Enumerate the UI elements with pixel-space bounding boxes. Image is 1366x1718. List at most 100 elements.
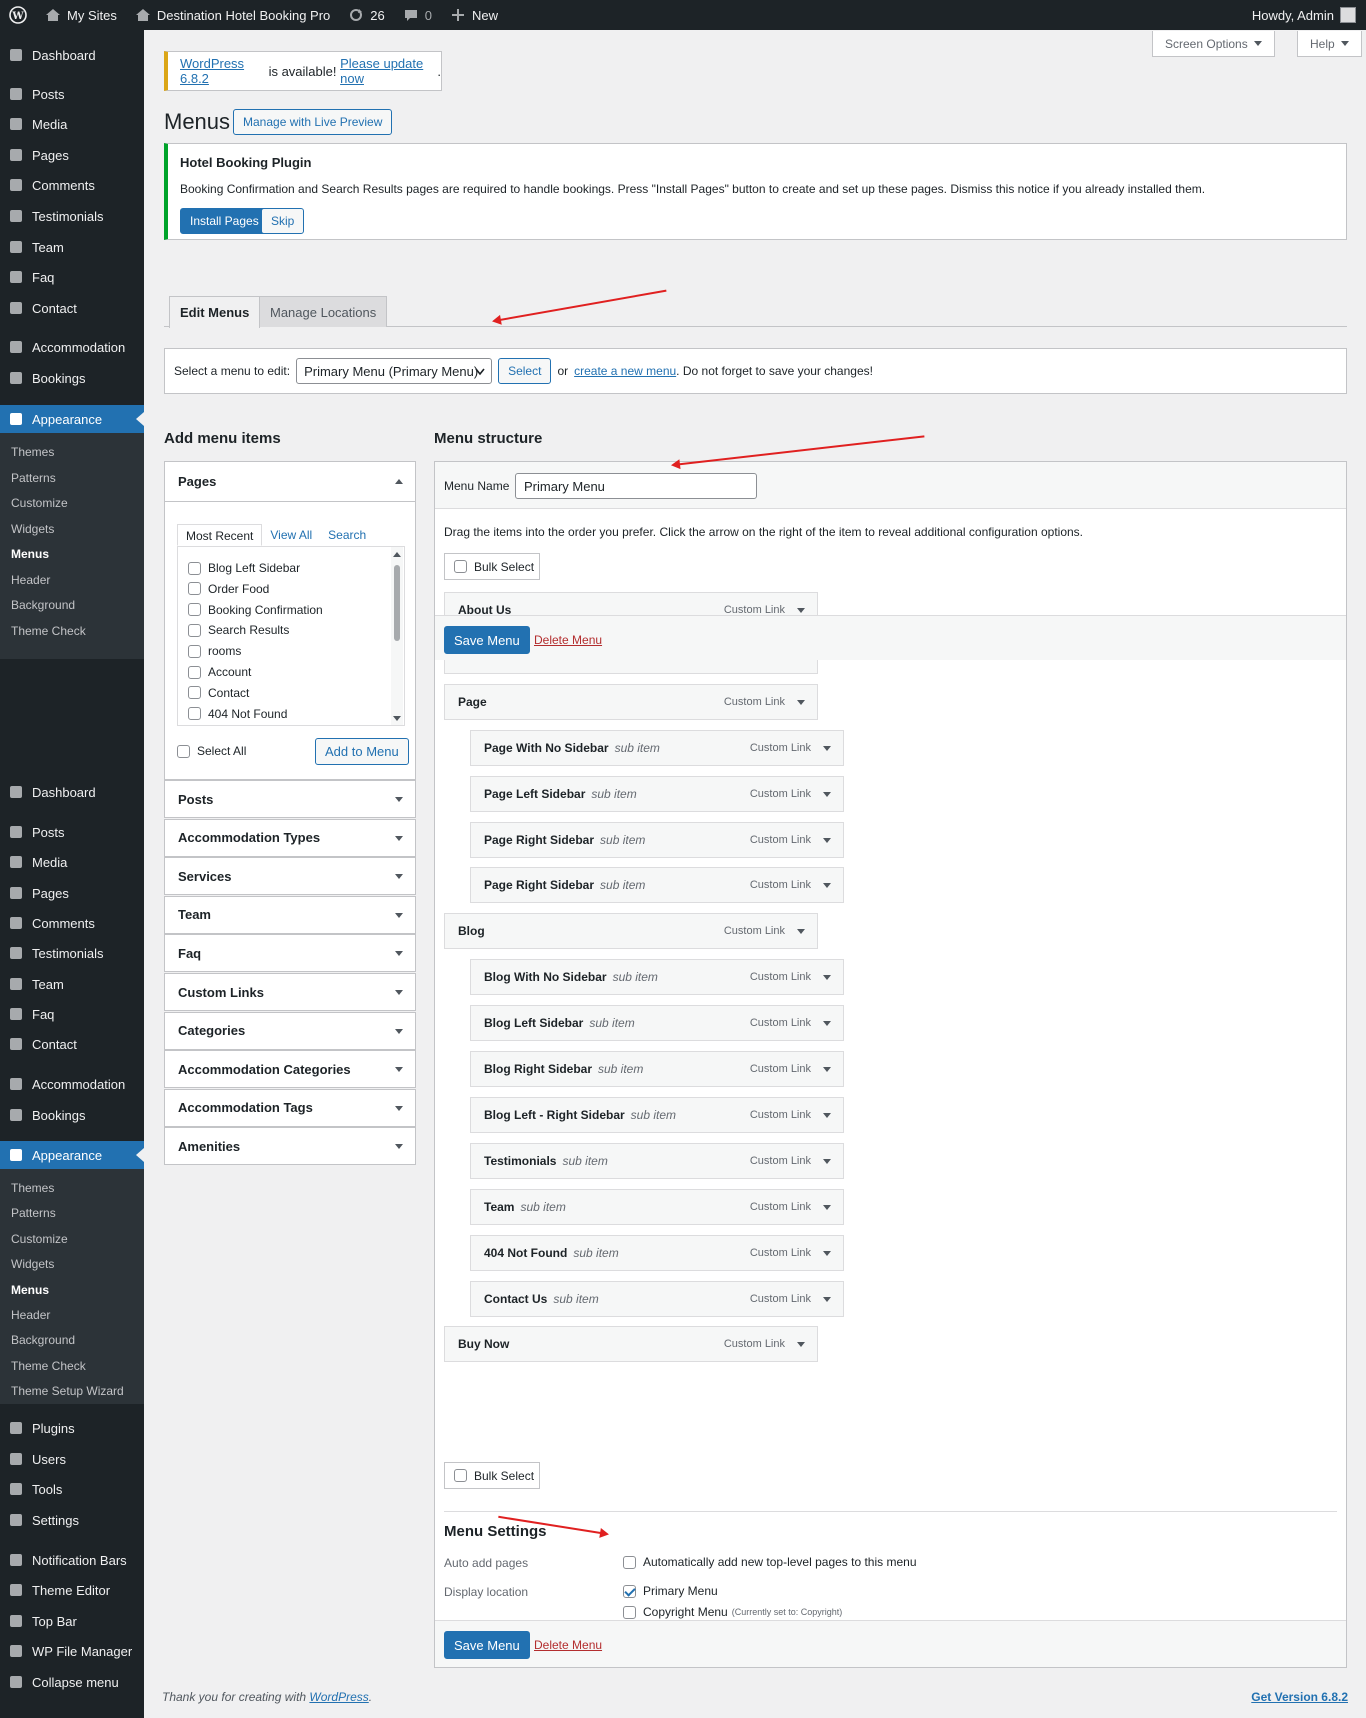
sidebar-item-pages[interactable]: Pages bbox=[0, 141, 144, 169]
submenu-item-widgets[interactable]: Widgets bbox=[11, 522, 54, 536]
expand-arrow-icon[interactable] bbox=[823, 1112, 831, 1118]
sidebar-item-accommodation[interactable]: Accommodation bbox=[0, 333, 144, 361]
accordion-posts[interactable]: Posts bbox=[164, 780, 416, 818]
submenu-item-theme-check[interactable]: Theme Check bbox=[11, 1359, 86, 1373]
menu-item[interactable]: Page Right Sidebar sub item Custom Link bbox=[470, 867, 844, 904]
page-checkbox[interactable] bbox=[188, 603, 201, 617]
sidebar-item-theme-editor[interactable]: Theme Editor bbox=[0, 1576, 144, 1604]
sidebar-item-testimonials[interactable]: Testimonials bbox=[0, 939, 144, 967]
save-menu-button[interactable]: Save Menu bbox=[444, 626, 530, 654]
tab-manage-locations[interactable]: Manage Locations bbox=[259, 296, 388, 327]
menu-item[interactable]: Page Right Sidebar sub item Custom Link bbox=[470, 821, 844, 858]
page-checkbox[interactable] bbox=[188, 561, 201, 575]
submenu-item-themes[interactable]: Themes bbox=[11, 1181, 54, 1195]
expand-arrow-icon[interactable] bbox=[823, 1296, 831, 1302]
sidebar-item-posts[interactable]: Posts bbox=[0, 80, 144, 108]
expand-arrow-icon[interactable] bbox=[823, 791, 831, 797]
accordion-accommodation-types[interactable]: Accommodation Types bbox=[164, 818, 416, 857]
primary-menu-checkbox[interactable] bbox=[623, 1584, 636, 1598]
sidebar-item-appearance[interactable]: Appearance bbox=[0, 405, 144, 433]
install-pages-button[interactable]: Install Pages bbox=[180, 208, 269, 234]
sidebar-item-wp-file-manager[interactable]: WP File Manager bbox=[0, 1637, 144, 1665]
scrollbar-thumb[interactable] bbox=[394, 565, 400, 641]
wordpress-logo-icon[interactable]: W bbox=[0, 0, 36, 30]
get-version-link[interactable]: Get Version 6.8.2 bbox=[1251, 1690, 1348, 1704]
skip-button[interactable]: Skip bbox=[261, 208, 305, 234]
comments-link[interactable]: 0 bbox=[394, 0, 441, 30]
sidebar-item-team[interactable]: Team bbox=[0, 233, 144, 261]
sidebar-item-media[interactable]: Media bbox=[0, 110, 144, 138]
accordion-amenities[interactable]: Amenities bbox=[164, 1127, 416, 1166]
menu-item[interactable]: Page Left Sidebar sub item Custom Link bbox=[470, 775, 844, 812]
wordpress-link[interactable]: WordPress bbox=[309, 1690, 368, 1704]
expand-arrow-icon[interactable] bbox=[823, 1067, 831, 1072]
menu-item[interactable]: Contact Us sub item Custom Link bbox=[470, 1280, 844, 1317]
expand-arrow-icon[interactable] bbox=[797, 1342, 805, 1348]
sidebar-item-plugins[interactable]: Plugins bbox=[0, 1414, 144, 1442]
sidebar-item-bookings[interactable]: Bookings bbox=[0, 364, 144, 392]
page-option[interactable]: Search Results bbox=[188, 623, 289, 637]
page-option[interactable]: Order Food bbox=[188, 582, 269, 596]
page-checkbox[interactable] bbox=[188, 582, 201, 596]
submenu-item-theme-check[interactable]: Theme Check bbox=[11, 624, 86, 638]
expand-arrow-icon[interactable] bbox=[797, 929, 805, 935]
select-all-control[interactable]: Select All bbox=[177, 744, 246, 758]
auto-add-checkbox[interactable] bbox=[623, 1555, 636, 1569]
sidebar-item-testimonials[interactable]: Testimonials bbox=[0, 202, 144, 230]
page-checkbox[interactable] bbox=[188, 623, 201, 637]
sidebar-item-pages[interactable]: Pages bbox=[0, 879, 144, 907]
expand-arrow-icon[interactable] bbox=[823, 1021, 831, 1027]
subtab-most-recent[interactable]: Most Recent bbox=[177, 524, 263, 546]
sidebar-item-comments[interactable]: Comments bbox=[0, 171, 144, 199]
scroll-down-icon[interactable] bbox=[393, 716, 401, 721]
sidebar-item-tools[interactable]: Tools bbox=[0, 1475, 144, 1503]
menu-item[interactable]: Blog Left Sidebar sub item Custom Link bbox=[470, 1005, 844, 1042]
select-all-checkbox[interactable] bbox=[177, 744, 190, 758]
submenu-item-background[interactable]: Background bbox=[11, 1333, 75, 1347]
subtab-view-all[interactable]: View All bbox=[262, 524, 320, 546]
scrollbar[interactable] bbox=[391, 547, 403, 725]
site-name-link[interactable]: Destination Hotel Booking Pro bbox=[126, 0, 339, 30]
page-option[interactable]: 404 Not Found bbox=[188, 707, 287, 721]
submenu-item-customize[interactable]: Customize bbox=[11, 1232, 68, 1246]
page-checkbox[interactable] bbox=[188, 644, 201, 658]
new-content-link[interactable]: New bbox=[441, 0, 507, 30]
menu-item[interactable]: Blog Custom Link bbox=[444, 913, 818, 950]
sidebar-item-dashboard[interactable]: Dashboard bbox=[0, 41, 144, 69]
my-sites-link[interactable]: My Sites bbox=[36, 0, 126, 30]
sidebar-item-bookings[interactable]: Bookings bbox=[0, 1101, 144, 1129]
expand-arrow-icon[interactable] bbox=[823, 1250, 831, 1256]
sidebar-item-collapse-menu[interactable]: Collapse menu bbox=[0, 1668, 144, 1696]
menu-select-dropdown[interactable]: Primary Menu (Primary Menu) bbox=[296, 358, 493, 384]
pages-list[interactable]: Blog Left Sidebar Order Food Booking Confi… bbox=[177, 546, 405, 726]
bulk-select-checkbox[interactable] bbox=[454, 560, 467, 573]
save-menu-button[interactable]: Save Menu bbox=[444, 1631, 530, 1659]
sidebar-item-team[interactable]: Team bbox=[0, 970, 144, 998]
expand-arrow-icon[interactable] bbox=[797, 699, 805, 705]
menu-item[interactable]: Blog Left - Right Sidebar sub item Custom … bbox=[470, 1096, 844, 1133]
accordion-services[interactable]: Services bbox=[164, 857, 416, 896]
menu-item[interactable]: Team sub item Custom Link bbox=[470, 1188, 844, 1225]
expand-arrow-icon[interactable] bbox=[823, 975, 831, 981]
accordion-accommodation-categories[interactable]: Accommodation Categories bbox=[164, 1050, 416, 1089]
page-option[interactable]: Booking Confirmation bbox=[188, 603, 323, 617]
sidebar-item-contact[interactable]: Contact bbox=[0, 1030, 144, 1058]
add-to-menu-button[interactable]: Add to Menu bbox=[315, 738, 409, 765]
sidebar-item-posts[interactable]: Posts bbox=[0, 818, 144, 846]
menu-item[interactable]: Blog Right Sidebar sub item Custom Link bbox=[470, 1051, 844, 1087]
sidebar-item-appearance[interactable]: Appearance bbox=[0, 1141, 144, 1169]
expand-arrow-icon[interactable] bbox=[823, 837, 831, 843]
tab-edit-menus[interactable]: Edit Menus bbox=[169, 296, 261, 328]
sidebar-item-users[interactable]: Users bbox=[0, 1445, 144, 1473]
expand-arrow-icon[interactable] bbox=[797, 608, 805, 613]
sidebar-item-comments[interactable]: Comments bbox=[0, 909, 144, 937]
submenu-item-themes[interactable]: Themes bbox=[11, 445, 54, 459]
expand-arrow-icon[interactable] bbox=[823, 883, 831, 889]
scroll-up-icon[interactable] bbox=[393, 552, 401, 557]
submenu-item-header[interactable]: Header bbox=[11, 1308, 50, 1322]
sidebar-item-top-bar[interactable]: Top Bar bbox=[0, 1607, 144, 1635]
sidebar-item-notification-bars[interactable]: Notification Bars bbox=[0, 1546, 144, 1574]
menu-item[interactable]: Buy Now Custom Link bbox=[444, 1326, 818, 1363]
updates-link[interactable]: 26 bbox=[339, 0, 393, 30]
sidebar-item-faq[interactable]: Faq bbox=[0, 263, 144, 291]
